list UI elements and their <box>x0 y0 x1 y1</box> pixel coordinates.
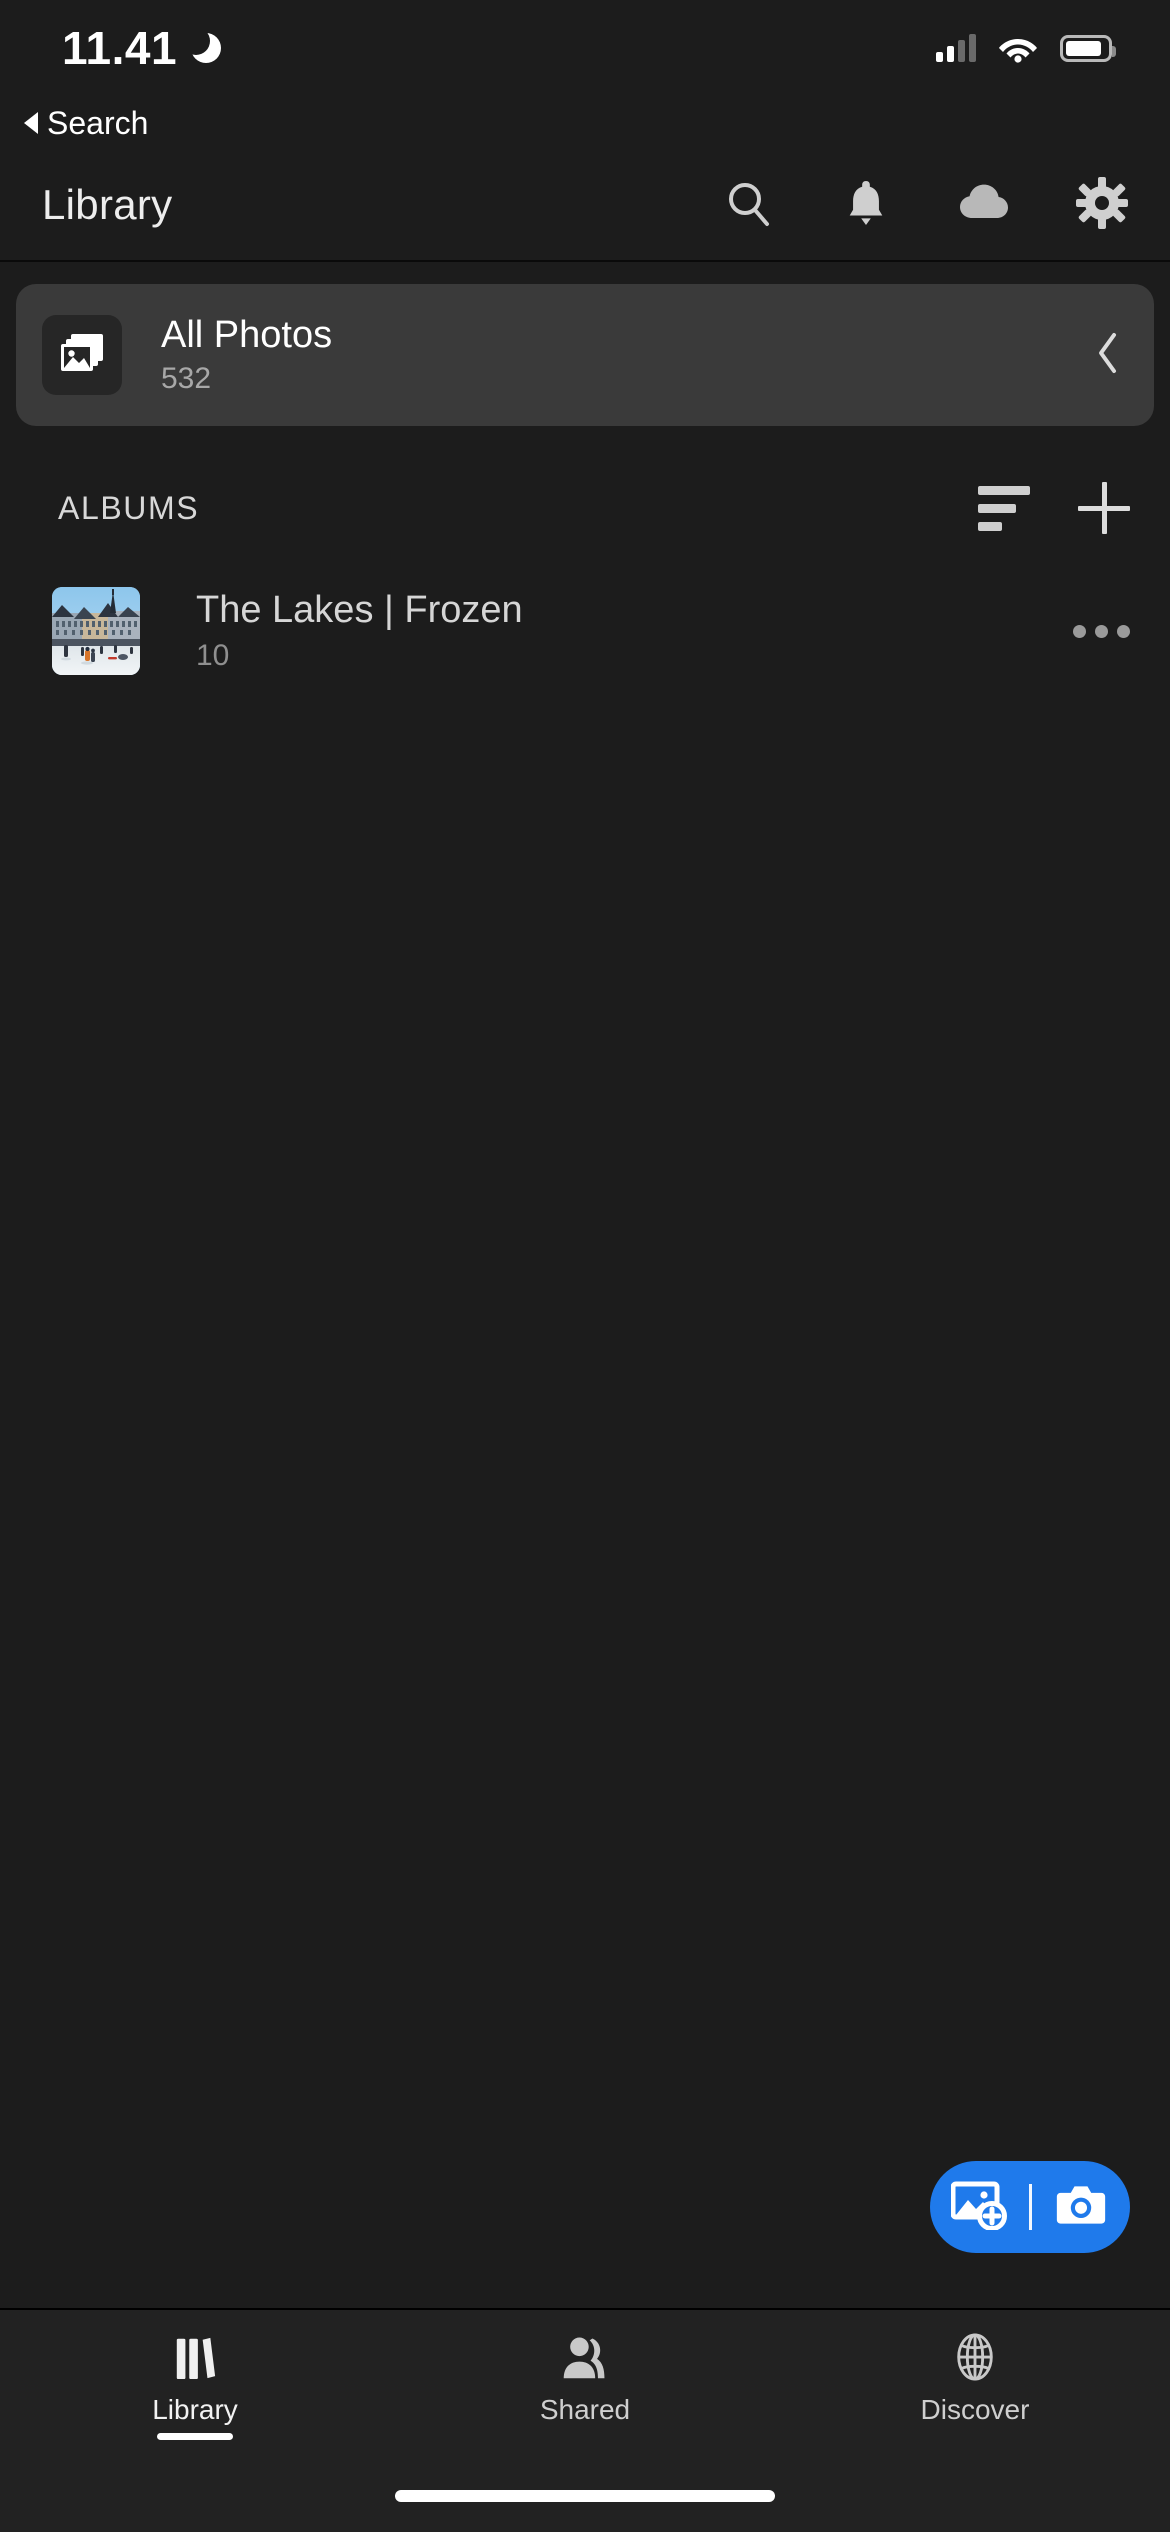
battery-icon <box>1060 34 1116 62</box>
cloud-sync-button[interactable] <box>956 177 1012 233</box>
albums-label: ALBUMS <box>58 489 200 526</box>
back-triangle-icon <box>24 112 38 134</box>
camera-icon <box>1055 2183 1107 2232</box>
cloud-icon <box>958 183 1010 228</box>
page-title: Library <box>42 181 173 228</box>
back-to-search-button[interactable]: Search <box>24 105 148 142</box>
globe-icon <box>952 2332 998 2382</box>
app-bar-actions <box>720 176 1130 234</box>
album-count: 10 <box>196 639 230 672</box>
albums-header-actions <box>978 482 1130 534</box>
gear-icon <box>1076 176 1128 234</box>
active-tab-indicator <box>157 2433 233 2440</box>
status-time: 11.41 <box>62 22 178 74</box>
bottom-navigation: Library Shared Discover <box>0 2308 1170 2460</box>
fab-divider <box>1028 2184 1032 2230</box>
add-photo-icon <box>950 2180 1008 2235</box>
all-photos-card[interactable]: All Photos 532 <box>16 284 1154 426</box>
books-icon <box>172 2332 218 2382</box>
album-name: The Lakes | Frozen <box>196 589 523 631</box>
sort-icon[interactable] <box>978 485 1030 531</box>
albums-section-header: ALBUMS <box>0 472 1170 544</box>
search-button[interactable] <box>720 177 776 233</box>
notifications-button[interactable] <box>838 177 894 233</box>
nav-item-library[interactable]: Library <box>0 2332 390 2440</box>
nav-item-shared[interactable]: Shared <box>390 2332 780 2424</box>
people-icon <box>560 2332 610 2382</box>
chevron-left-icon <box>1096 331 1120 380</box>
crescent-moon-icon <box>182 27 222 63</box>
back-label: Search <box>47 104 149 141</box>
camera-button[interactable] <box>1032 2161 1131 2253</box>
nav-label-library: Library <box>152 2394 238 2425</box>
nav-label-discover: Discover <box>920 2394 1030 2425</box>
all-photos-expand-button[interactable] <box>1088 327 1128 383</box>
plus-icon[interactable] <box>1078 482 1130 534</box>
status-bar-left: 11.41 <box>62 22 222 74</box>
all-photos-text: All Photos 532 <box>161 316 332 394</box>
all-photos-count: 532 <box>161 362 212 395</box>
album-text: The Lakes | Frozen 10 <box>196 591 523 671</box>
nav-item-discover[interactable]: Discover <box>780 2332 1170 2424</box>
cellular-signal-icon <box>936 34 976 62</box>
wifi-icon <box>998 33 1038 63</box>
more-horizontal-icon[interactable] <box>1073 624 1130 638</box>
home-indicator-area <box>0 2460 1170 2532</box>
settings-button[interactable] <box>1074 176 1130 234</box>
main-content: All Photos 532 ALBUMS The Lakes | Frozen… <box>0 262 1170 2308</box>
list-item[interactable]: The Lakes | Frozen 10 <box>0 566 1170 696</box>
album-thumbnail <box>52 587 140 675</box>
back-navigation-row: Search <box>0 96 1170 150</box>
bell-icon <box>843 178 889 233</box>
all-photos-thumbnail <box>42 315 122 395</box>
add-photo-button[interactable] <box>930 2161 1029 2253</box>
floating-action-button <box>930 2161 1130 2253</box>
all-photos-title: All Photos <box>161 314 333 356</box>
phone-screen: 11.41 Search Library All Photos 532 ALBU… <box>0 0 1170 2532</box>
search-icon <box>724 179 772 232</box>
status-bar: 11.41 <box>0 0 1170 96</box>
status-bar-right <box>936 33 1116 63</box>
photo-stack-icon <box>59 332 105 379</box>
nav-label-shared: Shared <box>539 2394 631 2425</box>
home-indicator[interactable] <box>395 2490 775 2502</box>
app-bar: Library <box>0 150 1170 262</box>
